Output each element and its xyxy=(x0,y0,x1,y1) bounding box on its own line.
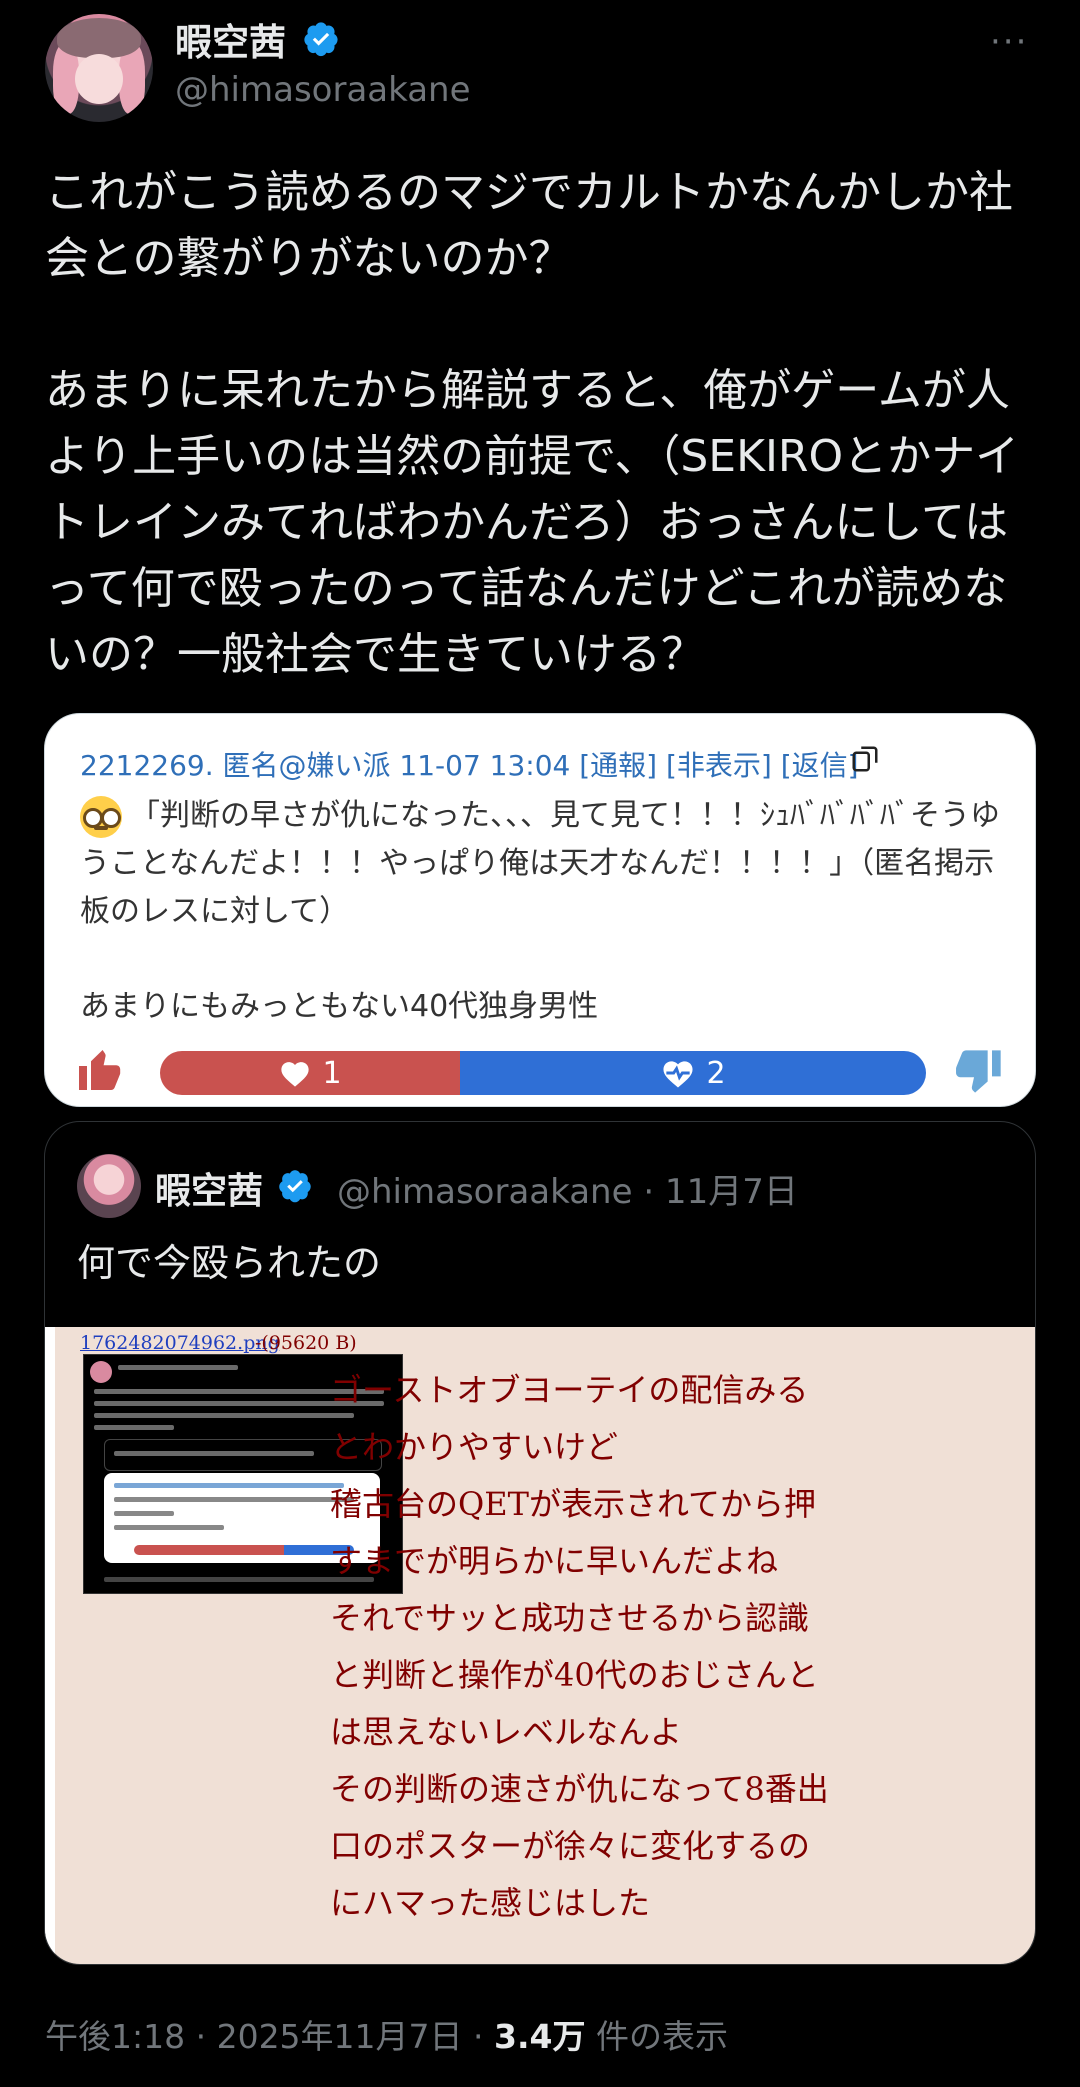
author-handle[interactable]: @himasoraakane xyxy=(175,70,471,110)
tweet-text: これがこう読めるのマジでカルトかなんかしか社会との繋がりがないのか？ あまりに呆… xyxy=(45,167,1020,680)
embedded-image-card[interactable]: 2212269. 匿名@嫌い派 11-07 13:04 [通報] [非表示] [… xyxy=(44,713,1036,1107)
dislike-count: 2 xyxy=(706,1055,726,1091)
like-segment[interactable]: 1 xyxy=(160,1051,460,1095)
views-label: 件の表示 xyxy=(585,2017,728,2056)
post-header: 2212269. 匿名@嫌い派 11-07 13:04 [通報] [非表示] [… xyxy=(80,749,859,782)
post-note: あまりにもみっともない40代独身男性 xyxy=(80,989,599,1024)
futaba-post-text: ゴーストオブヨーテイの配信みる とわかりやすいけど 稽古台のQETが表示されてか… xyxy=(330,1371,829,1922)
media-edge xyxy=(45,1327,55,1964)
author-display-name[interactable]: 暇空茜 xyxy=(175,12,286,66)
dislike-segment[interactable]: 2 xyxy=(460,1051,926,1095)
verified-badge-icon xyxy=(279,1170,311,1203)
quoted-tweet[interactable]: 暇空茜 @himasoraakane · 11月7日 何で今殴られたの 1762… xyxy=(44,1121,1036,1965)
more-options-icon[interactable]: ··· xyxy=(990,22,1028,62)
author-avatar[interactable] xyxy=(45,14,153,122)
quoted-text: 何で今殴られたの xyxy=(77,1241,382,1285)
heart-icon xyxy=(281,1062,310,1087)
like-count: 1 xyxy=(322,1055,342,1091)
view-count: 3.4万 xyxy=(494,2017,586,2056)
thumbs-down-icon[interactable] xyxy=(953,1046,1005,1098)
quoted-handle-date: @himasoraakane · 11月7日 xyxy=(337,1172,798,1212)
timestamp[interactable]: 午後1:18 · 2025年11月7日 · xyxy=(45,2017,494,2056)
file-size: -(95620 B) xyxy=(255,1332,357,1354)
vote-bar[interactable]: 1 2 xyxy=(160,1051,926,1095)
thumbs-up-icon[interactable] xyxy=(73,1046,125,1094)
quoted-author-avatar[interactable] xyxy=(77,1154,141,1218)
copy-icon[interactable] xyxy=(850,744,880,774)
quoted-author-name[interactable]: 暇空茜 xyxy=(155,1162,263,1214)
post-body: 「判断の早さが仇になった、、、見て見て！！！ｼｭﾊﾞﾊﾞﾊﾞﾊﾞそうゆうことなん… xyxy=(80,798,1000,929)
tweet-meta: 午後1:18 · 2025年11月7日 · 3.4万 件の表示 xyxy=(45,2010,728,2058)
file-link[interactable]: 1762482074962.png xyxy=(80,1332,280,1354)
broken-heart-icon xyxy=(663,1061,693,1088)
verified-badge-icon xyxy=(304,22,338,57)
